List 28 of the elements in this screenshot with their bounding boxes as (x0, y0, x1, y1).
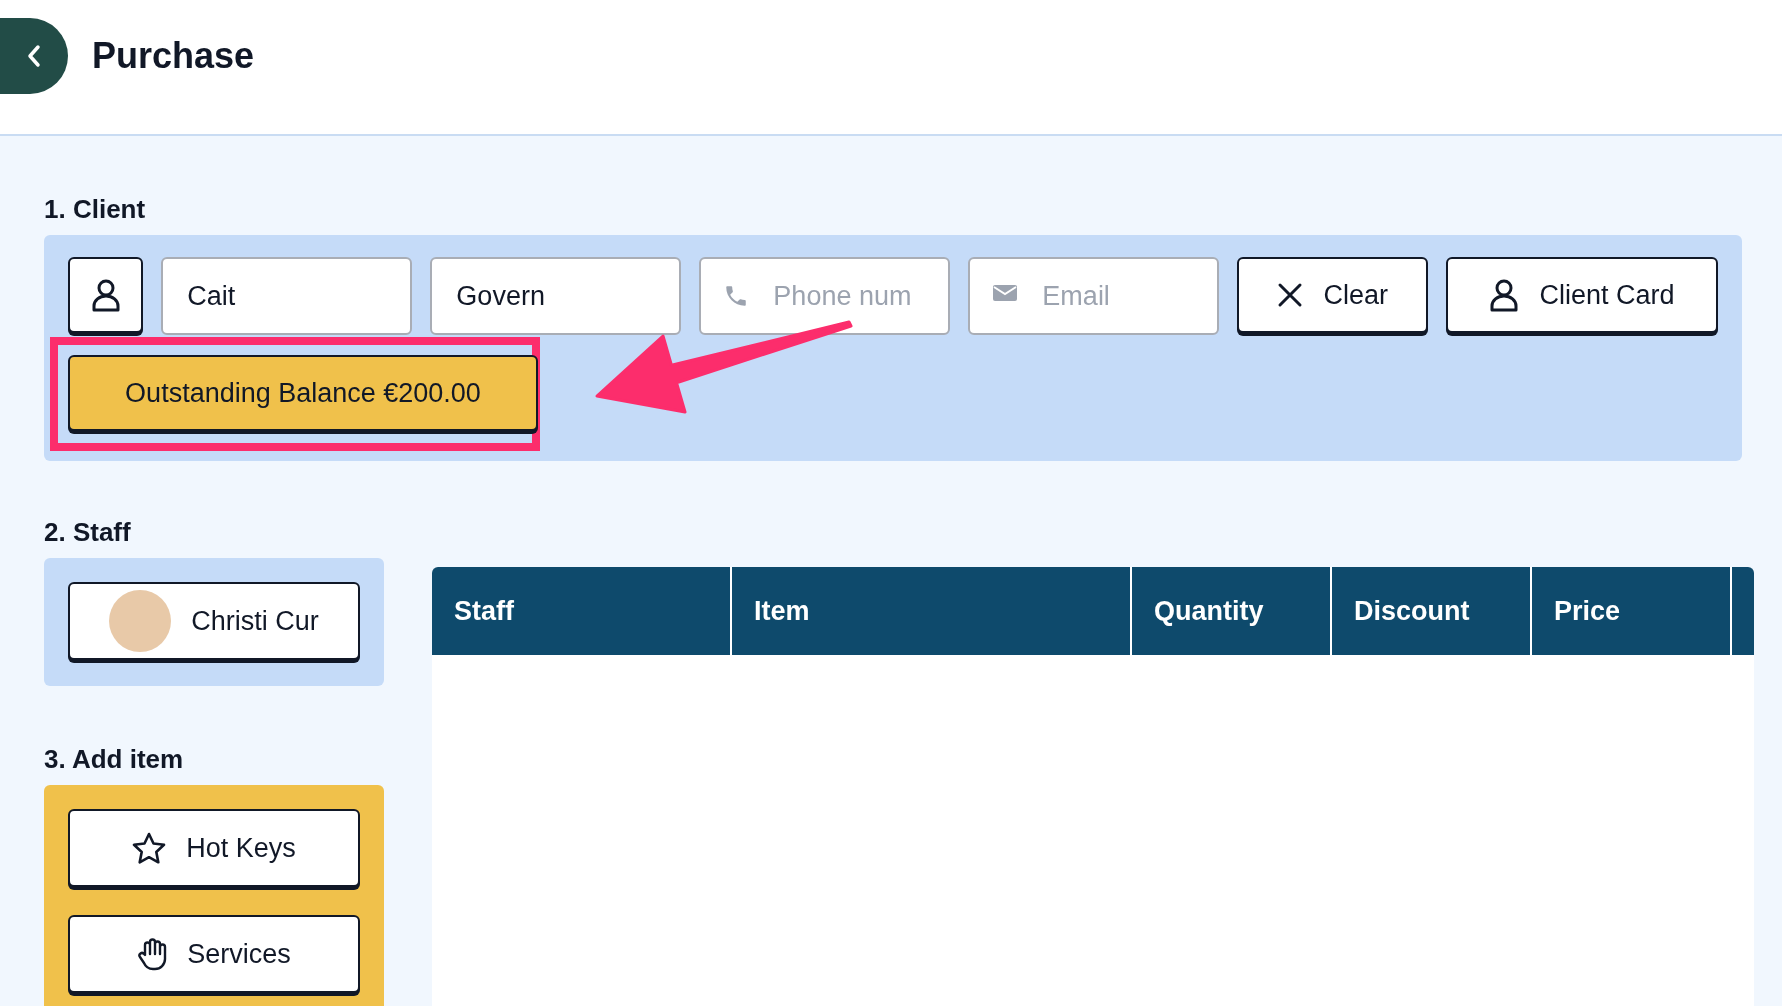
chevron-left-icon (26, 44, 42, 68)
outstanding-balance-button[interactable]: Outstanding Balance €200.00 (68, 355, 538, 431)
first-name-field[interactable]: Cait (161, 257, 413, 335)
phone-field[interactable]: Phone num (699, 257, 951, 335)
column-header: Staff (432, 567, 732, 655)
section-heading: 1. Client (44, 194, 147, 225)
envelope-icon (992, 283, 1019, 303)
clear-button[interactable]: Clear (1237, 257, 1429, 333)
back-button[interactable] (0, 18, 68, 94)
services-button[interactable]: Services (68, 915, 360, 993)
person-icon (1489, 278, 1520, 312)
star-icon (132, 832, 167, 864)
column-header: Item (732, 567, 1132, 655)
close-icon (1277, 282, 1304, 308)
client-search-button[interactable] (68, 257, 144, 333)
last-name-field[interactable]: Govern (430, 257, 682, 335)
section-heading: 2. Staff (44, 517, 132, 548)
hand-icon (137, 937, 168, 971)
email-field[interactable]: Email (968, 257, 1220, 335)
hot-keys-button[interactable]: Hot Keys (68, 809, 360, 887)
section-heading: 3. Add item (44, 744, 185, 775)
client-card-button[interactable]: Client Card (1446, 257, 1718, 333)
page-title: Purchase (92, 35, 255, 77)
staff-button[interactable]: Christi Cur (68, 582, 360, 660)
person-icon (90, 278, 121, 312)
column-header: Discount (1332, 567, 1532, 655)
column-header: Quantity (1132, 567, 1332, 655)
column-header: Price (1532, 567, 1732, 655)
